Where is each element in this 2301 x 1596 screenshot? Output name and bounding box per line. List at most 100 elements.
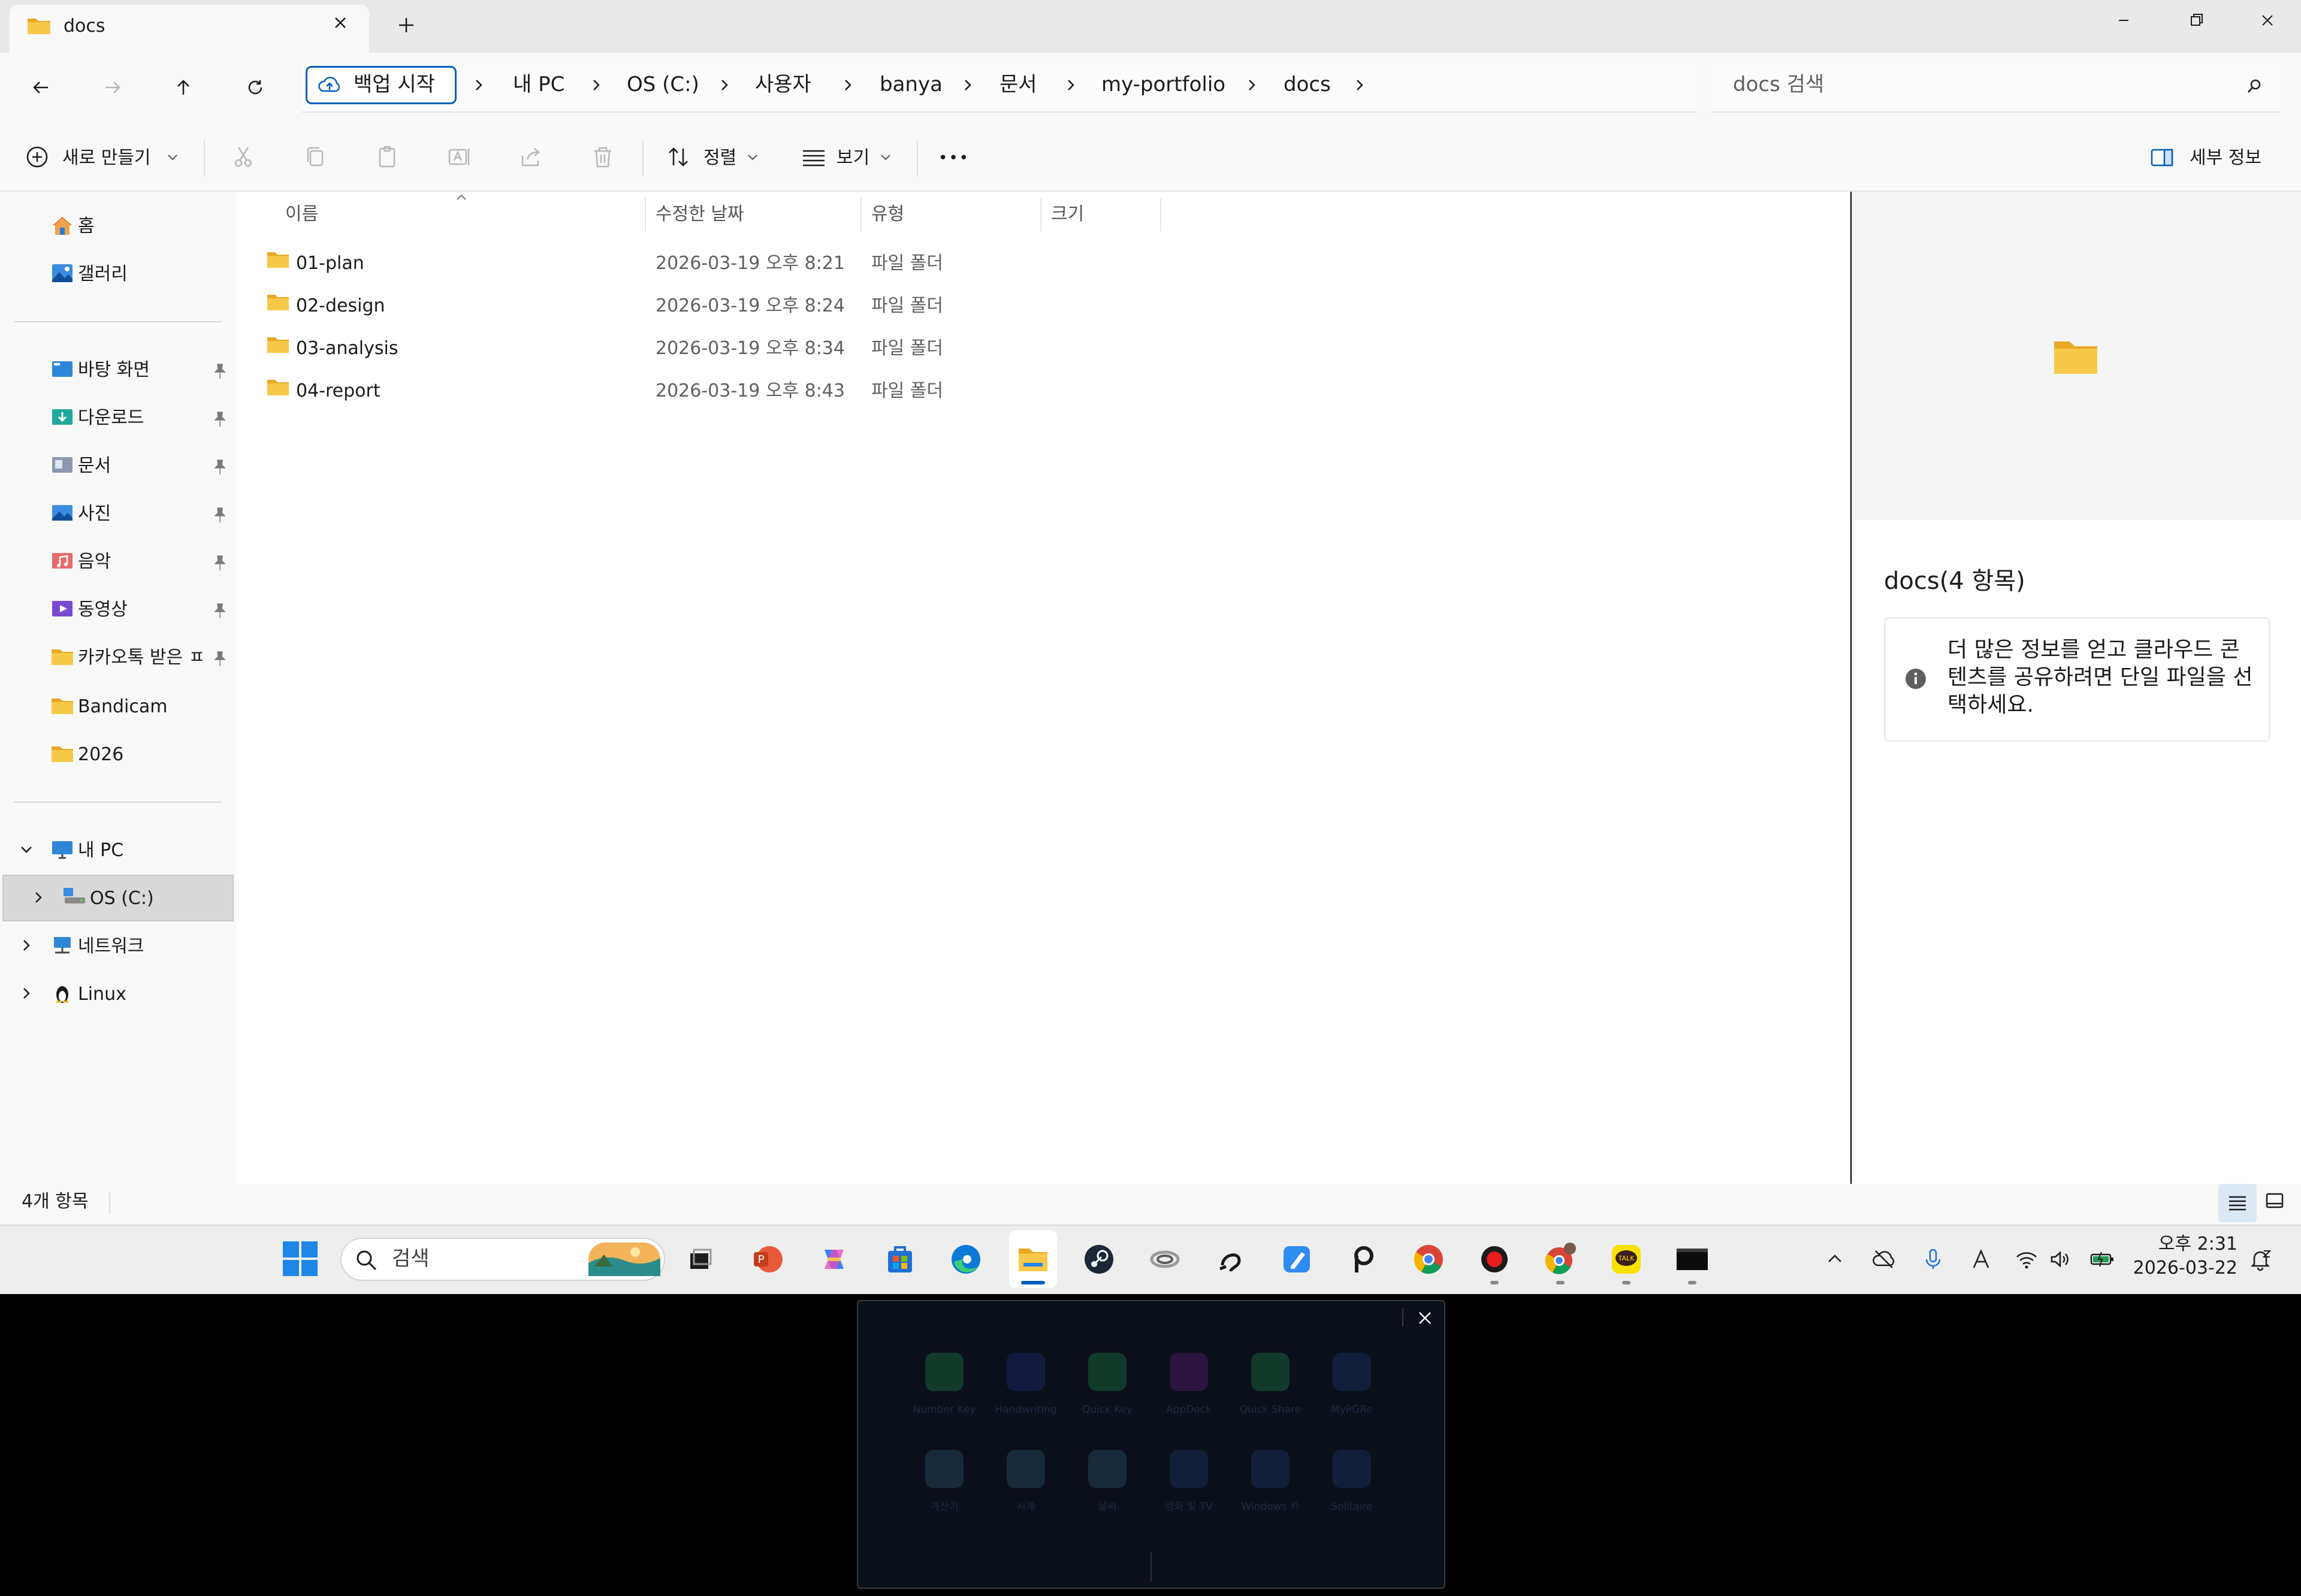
nav-network[interactable]: 네트워크	[78, 935, 144, 959]
nav-home[interactable]: 홈	[78, 214, 95, 238]
nav-music[interactable]: 음악	[78, 550, 111, 574]
view-icon[interactable]	[801, 144, 827, 170]
breadcrumb-documents[interactable]: 문서	[999, 71, 1037, 98]
forward-button[interactable]	[96, 71, 129, 104]
file-name[interactable]: 02-design	[296, 294, 385, 318]
nav-gallery[interactable]: 갤러리	[78, 262, 128, 286]
pen-app-icon[interactable]	[1279, 1241, 1315, 1277]
column-divider[interactable]	[1040, 198, 1041, 231]
new-button[interactable]: 새로 만들기	[62, 146, 151, 170]
nav-videos[interactable]: 동영상	[78, 598, 128, 622]
weather-icon[interactable]	[1088, 1450, 1127, 1488]
nav-kakaotalk-folder[interactable]: 카카오톡 받은 ㅍ	[78, 646, 210, 670]
record-icon[interactable]	[1476, 1241, 1512, 1277]
appdock-icon[interactable]	[1170, 1353, 1208, 1391]
chevron-right-icon[interactable]	[1064, 78, 1077, 92]
cut-icon[interactable]	[230, 144, 256, 170]
pin-icon[interactable]	[212, 362, 228, 380]
solitaire-icon[interactable]	[1333, 1450, 1371, 1488]
chevron-right-icon[interactable]	[718, 78, 731, 92]
back-button[interactable]	[24, 71, 58, 104]
windows-start-icon[interactable]	[282, 1240, 319, 1277]
powerpoint-icon[interactable]: P	[750, 1241, 786, 1277]
number-key-icon[interactable]	[925, 1353, 964, 1391]
nav-linux[interactable]: Linux	[78, 983, 126, 1006]
edge-icon[interactable]	[948, 1241, 984, 1277]
chevron-up-icon[interactable]	[1822, 1246, 1848, 1272]
file-explorer-icon[interactable]	[1015, 1241, 1051, 1277]
chevron-right-icon[interactable]	[16, 935, 37, 956]
chrome-icon[interactable]	[1411, 1241, 1447, 1277]
column-divider[interactable]	[860, 198, 862, 231]
column-size[interactable]: 크기	[1051, 202, 1084, 226]
copilot-icon[interactable]	[816, 1241, 852, 1277]
copy-icon[interactable]	[302, 144, 328, 170]
movies-tv-icon[interactable]	[1170, 1450, 1208, 1488]
nav-downloads[interactable]: 다운로드	[78, 406, 144, 430]
quick-key-icon[interactable]	[1088, 1353, 1127, 1391]
breadcrumb-docs[interactable]: docs	[1284, 71, 1331, 98]
wifi-icon[interactable]	[2013, 1246, 2040, 1272]
chevron-down-icon[interactable]	[16, 839, 37, 860]
calculator-icon[interactable]	[925, 1450, 964, 1488]
clock-app-icon[interactable]	[1007, 1450, 1045, 1488]
pin-icon[interactable]	[212, 506, 228, 524]
chrome-profile-icon[interactable]	[1542, 1241, 1578, 1277]
chevron-down-icon[interactable]	[745, 144, 760, 170]
volume-icon[interactable]	[2047, 1246, 2073, 1272]
app-icon[interactable]	[1213, 1241, 1249, 1277]
pin-icon[interactable]	[212, 458, 228, 476]
chevron-right-icon[interactable]	[1353, 78, 1366, 92]
breadcrumb-banya[interactable]: banya	[880, 71, 943, 98]
nav-bandicam[interactable]: Bandicam	[78, 695, 167, 719]
details-pane-icon[interactable]	[2149, 144, 2175, 170]
battery-icon[interactable]	[2089, 1246, 2115, 1272]
chevron-down-icon[interactable]	[165, 144, 180, 170]
chevron-right-icon[interactable]	[16, 983, 37, 1004]
nav-os-c[interactable]: OS (C:)	[90, 887, 154, 911]
file-name[interactable]: 03-analysis	[296, 337, 398, 361]
clock-date[interactable]: 2026-03-22	[2130, 1257, 2237, 1280]
details-button[interactable]: 세부 정보	[2190, 146, 2261, 170]
column-date-modified[interactable]: 수정한 날짜	[656, 202, 744, 226]
breadcrumb-os-c[interactable]: OS (C:)	[627, 71, 699, 98]
pin-icon[interactable]	[212, 554, 228, 572]
sort-button[interactable]: 정렬	[703, 146, 736, 170]
breadcrumb-users[interactable]: 사용자	[755, 71, 811, 98]
quick-share-icon[interactable]	[1251, 1353, 1290, 1391]
column-divider[interactable]	[1160, 198, 1161, 231]
terminal-icon[interactable]	[1674, 1241, 1710, 1277]
cloud-off-icon[interactable]	[1871, 1246, 1897, 1272]
column-name[interactable]: 이름	[285, 202, 318, 226]
search-icon[interactable]	[2246, 78, 2263, 95]
share-icon[interactable]	[518, 144, 544, 170]
pin-icon[interactable]	[212, 410, 228, 428]
steam-icon[interactable]	[1081, 1241, 1117, 1277]
delete-icon[interactable]	[590, 144, 616, 170]
new-tab-icon[interactable]	[394, 13, 418, 37]
paste-icon[interactable]	[374, 144, 400, 170]
up-button[interactable]	[167, 71, 200, 104]
pin-icon[interactable]	[212, 649, 228, 667]
sort-icon[interactable]	[665, 144, 691, 170]
details-view-button[interactable]	[2218, 1184, 2257, 1222]
minimize-icon[interactable]	[2107, 8, 2140, 32]
pin-icon[interactable]	[212, 601, 228, 619]
view-button[interactable]: 보기	[837, 146, 869, 170]
new-plus-icon[interactable]	[24, 144, 50, 170]
microphone-icon[interactable]	[1920, 1246, 1946, 1272]
breadcrumb-my-portfolio[interactable]: my-portfolio	[1101, 71, 1225, 98]
input-method-icon[interactable]	[1968, 1246, 1994, 1272]
column-type[interactable]: 유형	[871, 202, 904, 226]
chevron-right-icon[interactable]	[1245, 78, 1258, 92]
close-icon[interactable]	[1413, 1306, 1437, 1330]
file-name[interactable]: 01-plan	[296, 252, 364, 276]
kakaotalk-icon[interactable]: TALK	[1608, 1241, 1644, 1277]
clock-time[interactable]: 오후 2:31	[2142, 1233, 2237, 1256]
file-name[interactable]: 04-report	[296, 379, 381, 403]
nav-documents[interactable]: 문서	[78, 454, 111, 478]
nav-pictures[interactable]: 사진	[78, 502, 111, 526]
link-icon[interactable]	[1147, 1241, 1183, 1277]
close-tab-icon[interactable]	[328, 11, 352, 35]
tiles-view-icon[interactable]	[2263, 1189, 2287, 1213]
